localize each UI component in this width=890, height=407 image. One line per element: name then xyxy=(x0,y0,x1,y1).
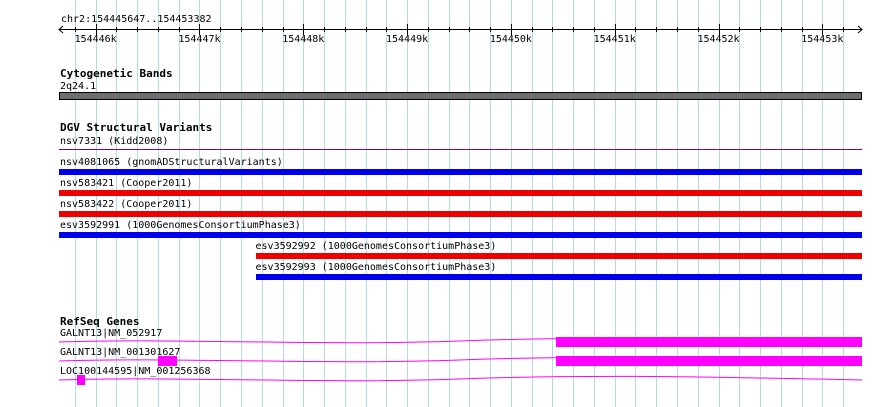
dgv-variant-bar[interactable] xyxy=(59,232,862,238)
dgv-variant-label[interactable]: esv3592992 (1000GenomesConsortiumPhase3) xyxy=(256,241,497,253)
ruler-tick-label: 154451k xyxy=(593,34,636,45)
dgv-variant-label[interactable]: esv3592993 (1000GenomesConsortiumPhase3) xyxy=(256,262,497,274)
ruler-tick-label: 154446k xyxy=(74,34,117,45)
ruler-tick-label: 154452k xyxy=(697,34,740,45)
refseq-intron-line xyxy=(58,375,863,382)
dgv-variant-bar[interactable] xyxy=(59,211,862,217)
ruler-tick-label: 154450k xyxy=(489,34,532,45)
dgv-variant-label[interactable]: nsv7331 (Kidd2008) xyxy=(60,136,168,148)
ruler-tick-label: 154447k xyxy=(178,34,221,45)
refseq-exon[interactable] xyxy=(76,375,86,385)
dgv-variant-bar[interactable] xyxy=(59,169,862,175)
ruler-tick-label: 154453k xyxy=(801,34,844,45)
dgv-track-title: DGV Structural Variants xyxy=(60,121,213,134)
cytoband-bar[interactable] xyxy=(59,92,862,100)
ruler-tick-label: 154448k xyxy=(282,34,325,45)
dgv-variant-label[interactable]: nsv4081065 (gnomADStructuralVariants) xyxy=(60,157,283,169)
intron-path xyxy=(58,375,863,382)
cytoband-track-title: Cytogenetic Bands xyxy=(60,67,173,80)
dgv-variant-label[interactable]: esv3592991 (1000GenomesConsortiumPhase3) xyxy=(60,220,301,232)
refseq-exon[interactable] xyxy=(157,356,177,366)
dgv-variant-bar[interactable] xyxy=(255,253,862,259)
ruler-axis xyxy=(58,24,863,35)
dgv-variant-bar[interactable] xyxy=(59,190,862,196)
dgv-variant-bar[interactable] xyxy=(255,274,862,280)
dgv-variant-label[interactable]: nsv583421 (Cooper2011) xyxy=(60,178,192,190)
refseq-exon[interactable] xyxy=(555,356,862,366)
dgv-variant-bar[interactable] xyxy=(59,149,862,150)
refseq-exon[interactable] xyxy=(555,337,862,347)
dgv-variant-label[interactable]: nsv583422 (Cooper2011) xyxy=(60,199,192,211)
ruler-tick-label: 154449k xyxy=(386,34,429,45)
refseq-track-title: RefSeq Genes xyxy=(60,315,140,328)
